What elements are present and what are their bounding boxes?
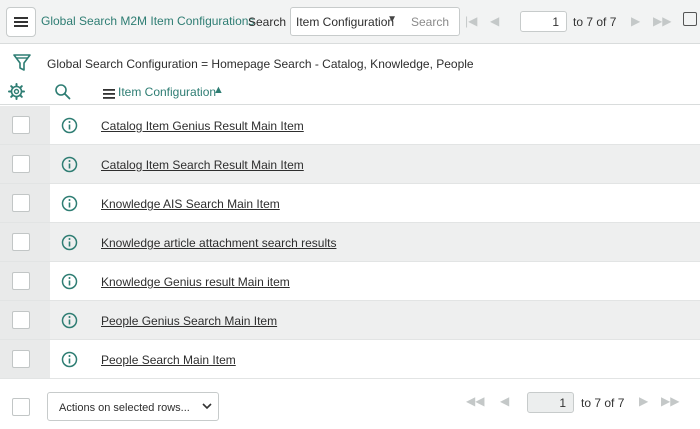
hamburger-icon [14,17,28,27]
column-header-item-configuration[interactable]: Item Configuration [118,85,216,99]
row-select-cell [0,145,50,183]
list-table-body: Catalog Item Genius Result Main Item Cat… [0,106,700,379]
collapse-icon[interactable] [683,12,697,26]
row-select-cell [0,340,50,378]
row-checkbox[interactable] [12,155,30,173]
filter-breadcrumb[interactable]: Global Search Configuration = Homepage S… [47,57,474,71]
search-label: Search [248,15,287,29]
first-page-icon[interactable]: ◀◀ [466,394,484,408]
row-checkbox[interactable] [12,311,30,329]
column-header-row: Item Configuration ▲ [0,78,700,105]
first-page-icon[interactable]: |◀ [465,14,477,28]
row-link[interactable]: Catalog Item Genius Result Main Item [101,119,304,133]
table-row: Catalog Item Genius Result Main Item [0,106,700,145]
row-select-cell [0,106,50,144]
table-row: People Search Main Item [0,340,700,379]
info-icon[interactable] [61,195,78,217]
row-link[interactable]: Catalog Item Search Result Main Item [101,158,304,172]
page-number-input[interactable] [527,392,574,413]
info-icon[interactable] [61,351,78,373]
actions-select[interactable]: Actions on selected rows... [47,392,219,421]
page-range-text: to 7 of 7 [573,15,617,29]
last-page-icon[interactable]: ▶▶ [661,394,679,408]
search-field-select[interactable]: Item Configuration ▼ [290,7,404,36]
info-icon[interactable] [61,312,78,334]
filter-icon[interactable] [13,53,31,78]
gear-icon[interactable] [8,83,25,105]
table-row: Catalog Item Search Result Main Item [0,145,700,184]
row-checkbox[interactable] [12,194,30,212]
previous-page-icon[interactable]: ◀ [490,14,499,28]
search-icon[interactable] [54,83,71,105]
search-input[interactable] [403,7,460,36]
table-row: Knowledge article attachment search resu… [0,223,700,262]
next-page-icon[interactable]: ▶ [639,394,648,408]
table-row: Knowledge Genius result Main item [0,262,700,301]
row-link[interactable]: Knowledge article attachment search resu… [101,236,336,250]
info-icon[interactable] [61,156,78,178]
last-page-icon[interactable]: ▶▶ [653,14,671,28]
search-field-selected-value: Item Configuration [296,15,395,29]
column-menu-icon[interactable] [103,86,115,104]
row-checkbox[interactable] [12,116,30,134]
select-all-checkbox[interactable] [12,398,30,416]
row-select-cell [0,184,50,222]
page-range-text: to 7 of 7 [581,396,625,410]
info-icon[interactable] [61,117,78,139]
chevron-down-icon [202,401,212,414]
table-row: People Genius Search Main Item [0,301,700,340]
row-checkbox[interactable] [12,350,30,368]
row-link[interactable]: Knowledge AIS Search Main Item [101,197,280,211]
row-checkbox[interactable] [12,233,30,251]
list-footer: Actions on selected rows... ◀◀ ◀ to 7 of… [0,384,700,429]
table-row: Knowledge AIS Search Main Item [0,184,700,223]
page-number-input[interactable] [520,11,567,32]
list-context-menu-button[interactable] [6,7,36,37]
info-icon[interactable] [61,273,78,295]
row-select-cell [0,262,50,300]
sort-ascending-icon[interactable]: ▲ [213,84,224,96]
previous-page-icon[interactable]: ◀ [500,394,509,408]
actions-select-value: Actions on selected rows... [59,402,190,414]
row-link[interactable]: People Search Main Item [101,353,236,367]
row-link[interactable]: Knowledge Genius result Main item [101,275,290,289]
row-select-cell [0,301,50,339]
chevron-down-icon: ▼ [387,14,397,25]
row-select-cell [0,223,50,261]
row-checkbox[interactable] [12,272,30,290]
info-icon[interactable] [61,234,78,256]
row-link[interactable]: People Genius Search Main Item [101,314,277,328]
next-page-icon[interactable]: ▶ [631,14,640,28]
list-header-bar: Global Search M2M Item Configurations Se… [0,0,700,44]
list-title[interactable]: Global Search M2M Item Configurations [41,14,254,28]
